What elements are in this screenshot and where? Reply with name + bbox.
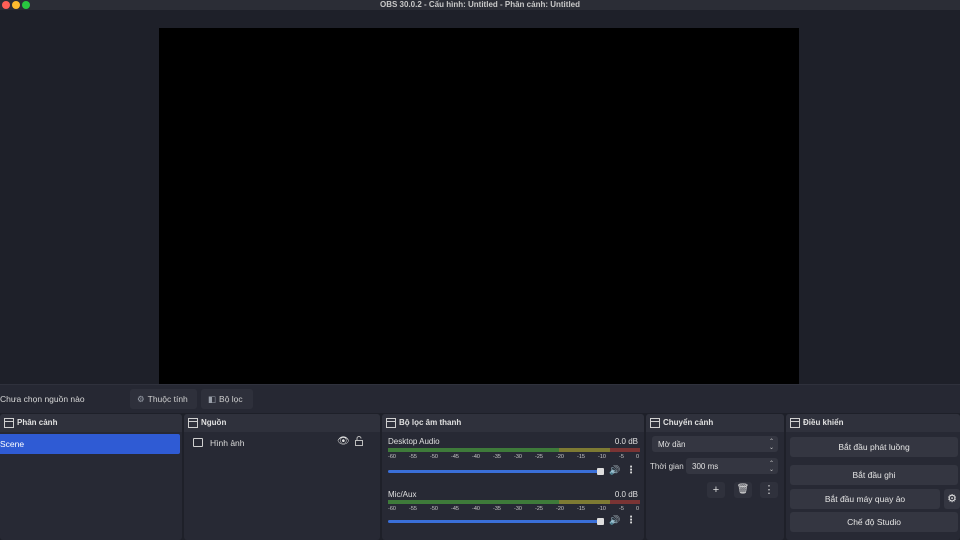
filter-icon: ◧ bbox=[208, 394, 217, 404]
db-tick-label: -55 bbox=[409, 454, 417, 460]
db-tick-label: -25 bbox=[535, 454, 543, 460]
db-tick-label: -50 bbox=[430, 506, 438, 512]
scenes-dock: Phân cảnh Scene bbox=[0, 414, 182, 540]
db-tick-label: -25 bbox=[535, 506, 543, 512]
workspace bbox=[0, 10, 960, 387]
volume-meter bbox=[388, 500, 640, 504]
sources-title: Nguồn bbox=[201, 418, 227, 427]
gear-icon: ⚙ bbox=[947, 493, 957, 505]
transition-type-select[interactable]: Mờ dần ⌃ ⌄ bbox=[652, 436, 778, 452]
dock-icon[interactable] bbox=[386, 418, 396, 428]
more-options-icon[interactable]: ⋮ bbox=[626, 515, 636, 526]
image-icon bbox=[193, 438, 203, 447]
duration-value: 300 ms bbox=[692, 462, 719, 471]
meter-scale: -60 -55 -50 -45 -40 -35 -30 -25 -20 -15 -10 -5 0 bbox=[388, 506, 642, 514]
start-streaming-button[interactable]: Bắt đầu phát luồng bbox=[790, 437, 958, 457]
controls-title: Điều khiển bbox=[803, 418, 844, 427]
db-tick-label: -60 bbox=[388, 454, 396, 460]
db-tick-label: -60 bbox=[388, 506, 396, 512]
start-recording-button[interactable]: Bắt đầu ghi bbox=[790, 465, 958, 485]
properties-label: Thuộc tính bbox=[147, 394, 188, 404]
duration-label: Thời gian bbox=[650, 462, 684, 471]
more-options-icon: ⋮ bbox=[763, 484, 775, 496]
context-bar: Chưa chọn nguồn nào ⚙ Thuộc tính ◧ Bộ lọc bbox=[0, 384, 960, 413]
studio-mode-button[interactable]: Chế độ Studio bbox=[790, 512, 958, 532]
transitions-dock: Chuyển cảnh Mờ dần ⌃ ⌄ Thời gian 300 ms ⌃… bbox=[646, 414, 784, 540]
db-tick-label: -5 bbox=[619, 454, 624, 460]
filters-button[interactable]: ◧ Bộ lọc bbox=[201, 389, 253, 409]
dock-icon[interactable] bbox=[4, 418, 14, 428]
dock-icon[interactable] bbox=[650, 418, 660, 428]
trash-icon: 🗑 bbox=[736, 484, 750, 495]
lock-icon[interactable] bbox=[355, 436, 363, 446]
no-source-label: Chưa chọn nguồn nào bbox=[0, 394, 85, 404]
channel-db: 0.0 dB bbox=[614, 490, 638, 499]
speaker-icon[interactable]: 🔊 bbox=[609, 515, 620, 526]
channel-db: 0.0 dB bbox=[614, 437, 638, 446]
audio-mixer-dock: Bộ lọc âm thanh Desktop Audio 0.0 dB -60… bbox=[382, 414, 644, 540]
db-tick-label: -15 bbox=[577, 454, 585, 460]
db-tick-label: -30 bbox=[514, 454, 522, 460]
dock-icon[interactable] bbox=[790, 418, 800, 428]
remove-transition-button[interactable]: 🗑 bbox=[734, 482, 752, 498]
transition-type-value: Mờ dần bbox=[658, 440, 686, 449]
more-options-icon[interactable]: ⋮ bbox=[626, 465, 636, 476]
db-tick-label: -35 bbox=[493, 506, 501, 512]
db-tick-label: -40 bbox=[472, 506, 480, 512]
preview-canvas[interactable] bbox=[159, 28, 799, 387]
sources-dock-header: Nguồn bbox=[184, 414, 380, 432]
meter-scale: -60 -55 -50 -45 -40 -35 -30 -25 -20 -15 -10 -5 0 bbox=[388, 454, 642, 462]
db-tick-label: -20 bbox=[556, 454, 564, 460]
filters-label: Bộ lọc bbox=[219, 394, 243, 404]
db-tick-label: -20 bbox=[556, 506, 564, 512]
db-tick-label: 0 bbox=[636, 454, 640, 460]
db-tick-label: -30 bbox=[514, 506, 522, 512]
properties-button[interactable]: ⚙ Thuộc tính bbox=[130, 389, 197, 409]
transitions-dock-header: Chuyển cảnh bbox=[646, 414, 784, 432]
chevron-updown-icon: ⌃ ⌄ bbox=[768, 439, 774, 451]
plus-icon: + bbox=[712, 484, 720, 496]
channel-name: Mic/Aux bbox=[388, 490, 417, 499]
controls-dock-header: Điều khiển bbox=[786, 414, 960, 432]
volume-slider[interactable] bbox=[388, 518, 604, 525]
db-tick-label: -35 bbox=[493, 454, 501, 460]
volume-meter bbox=[388, 448, 640, 452]
start-virtual-camera-button[interactable]: Bắt đầu máy quay ảo bbox=[790, 489, 940, 509]
db-tick-label: -45 bbox=[451, 506, 459, 512]
eye-icon[interactable]: 👁 bbox=[337, 436, 350, 447]
transition-options-button[interactable]: ⋮ bbox=[760, 482, 778, 498]
window-title: OBS 30.0.2 - Cấu hình: Untitled - Phân c… bbox=[379, 0, 580, 9]
gear-icon: ⚙ bbox=[137, 394, 145, 404]
db-tick-label: 0 bbox=[636, 506, 640, 512]
db-tick-label: -50 bbox=[430, 454, 438, 460]
db-tick-label: -45 bbox=[451, 454, 459, 460]
audio-title: Bộ lọc âm thanh bbox=[399, 418, 462, 427]
volume-slider[interactable] bbox=[388, 468, 604, 475]
scene-list-item[interactable]: Scene bbox=[0, 434, 180, 454]
audio-dock-header: Bộ lọc âm thanh bbox=[382, 414, 644, 432]
db-tick-label: -10 bbox=[598, 454, 606, 460]
transitions-title: Chuyển cảnh bbox=[663, 418, 714, 427]
chevron-updown-icon[interactable]: ⌃ ⌄ bbox=[769, 461, 774, 473]
add-transition-button[interactable]: + bbox=[707, 482, 725, 498]
scenes-title: Phân cảnh bbox=[17, 418, 58, 427]
virtual-camera-settings-button[interactable]: ⚙ bbox=[944, 489, 960, 509]
title-bar: OBS 30.0.2 - Cấu hình: Untitled - Phân c… bbox=[0, 0, 960, 10]
db-tick-label: -40 bbox=[472, 454, 480, 460]
db-tick-label: -55 bbox=[409, 506, 417, 512]
source-label: Hình ảnh bbox=[210, 438, 245, 448]
db-tick-label: -5 bbox=[619, 506, 624, 512]
source-list-item[interactable]: Hình ảnh 👁 bbox=[190, 436, 376, 452]
dock-icon[interactable] bbox=[188, 418, 198, 428]
duration-spinbox[interactable]: 300 ms ⌃ ⌄ bbox=[686, 458, 778, 474]
channel-name: Desktop Audio bbox=[388, 437, 440, 446]
db-tick-label: -10 bbox=[598, 506, 606, 512]
speaker-icon[interactable]: 🔊 bbox=[609, 465, 620, 476]
slider-handle[interactable] bbox=[597, 468, 604, 475]
slider-handle[interactable] bbox=[597, 518, 604, 525]
sources-dock: Nguồn Hình ảnh 👁 bbox=[184, 414, 380, 540]
scenes-dock-header: Phân cảnh bbox=[0, 414, 182, 432]
db-tick-label: -15 bbox=[577, 506, 585, 512]
